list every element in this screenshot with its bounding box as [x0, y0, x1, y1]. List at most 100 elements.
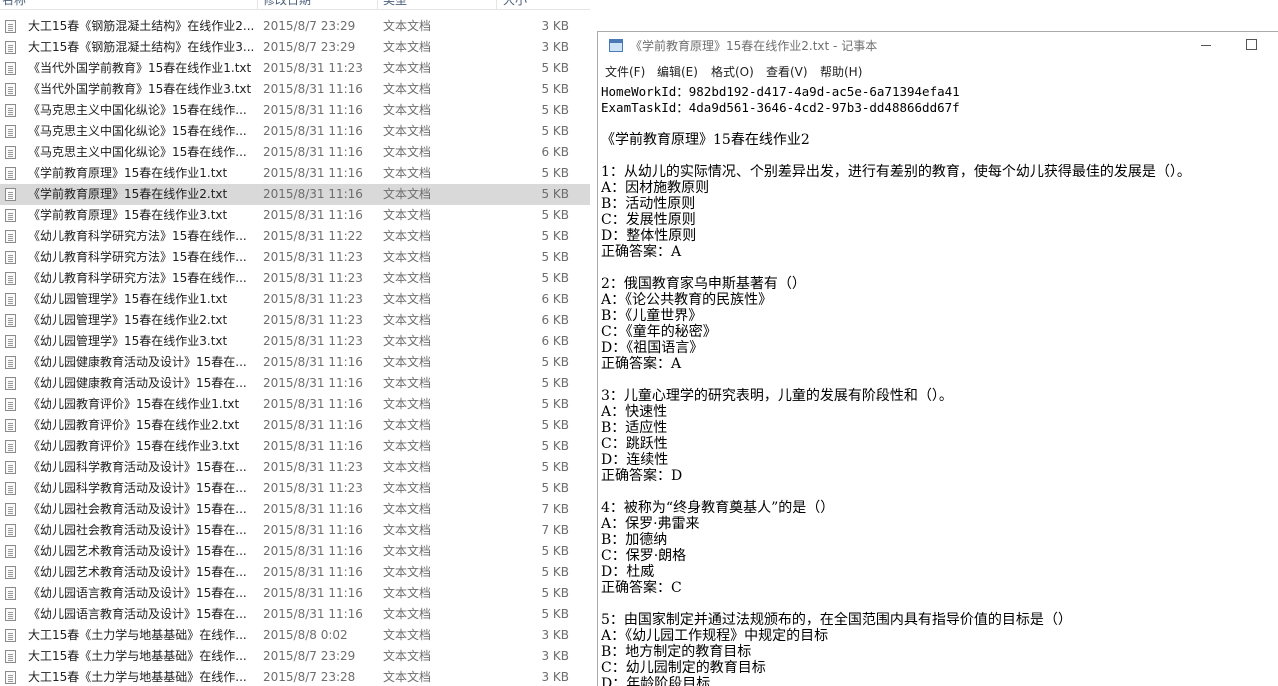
text-file-icon	[5, 440, 16, 453]
text-file-icon	[5, 230, 16, 243]
window-title: 《学前教育原理》15春在线作业2.txt - 记事本	[630, 39, 878, 53]
file-type: 文本文档	[383, 481, 432, 495]
file-date: 2015/8/31 11:23	[263, 271, 363, 285]
column-header-date[interactable]: 修改日期	[263, 0, 311, 8]
file-type: 文本文档	[383, 565, 432, 579]
text-file-icon	[5, 146, 16, 159]
file-size: 5 KB	[541, 397, 569, 411]
file-row[interactable]: 《幼儿园管理学》15春在线作业1.txt 2015/8/31 11:23 文本文档 6…	[0, 289, 590, 310]
file-type: 文本文档	[383, 292, 432, 306]
file-row[interactable]: 《马克思主义中国化纵论》15春在线作... 2015/8/31 11:16 文本文档…	[0, 121, 590, 142]
file-type: 文本文档	[383, 670, 432, 684]
file-size: 3 KB	[541, 19, 569, 33]
text-line: B：活动性原则	[601, 196, 696, 212]
menu-edit[interactable]: 编辑(E)	[657, 63, 698, 80]
column-divider[interactable]	[496, 0, 497, 9]
file-type: 文本文档	[383, 187, 432, 201]
file-row[interactable]: 《学前教育原理》15春在线作业2.txt 2015/8/31 11:16 文本文档 5…	[0, 184, 590, 205]
text-line: C：发展性原则	[601, 212, 696, 228]
text-file-icon	[5, 524, 16, 537]
file-row[interactable]: 《学前教育原理》15春在线作业1.txt 2015/8/31 11:16 文本文档 5…	[0, 163, 590, 184]
file-type: 文本文档	[383, 607, 432, 621]
file-row[interactable]: 《幼儿园科学教育活动及设计》15春在... 2015/8/31 11:23 文本文档…	[0, 457, 590, 478]
file-type: 文本文档	[383, 628, 432, 642]
text-file-icon	[5, 608, 16, 621]
text-line	[601, 596, 1278, 612]
file-date: 2015/8/31 11:16	[263, 124, 363, 138]
text-file-icon	[5, 209, 16, 222]
file-date: 2015/8/31 11:16	[263, 523, 363, 537]
text-line: 2：俄国教育家乌申斯基著有（）	[601, 276, 806, 292]
file-row[interactable]: 《幼儿园科学教育活动及设计》15春在... 2015/8/31 11:23 文本文档…	[0, 478, 590, 499]
file-size: 6 KB	[541, 313, 569, 327]
file-row[interactable]: 大工15春《钢筋混凝土结构》在线作业2... 2015/8/7 23:29 文本文档…	[0, 16, 590, 37]
file-row[interactable]: 《幼儿园健康教育活动及设计》15春在... 2015/8/31 11:16 文本文档…	[0, 373, 590, 394]
file-type: 文本文档	[383, 418, 432, 432]
file-name: 《幼儿园管理学》15春在线作业3.txt	[28, 334, 228, 348]
text-line: D：年龄阶段目标	[601, 676, 711, 686]
menu-help[interactable]: 帮助(H)	[820, 63, 862, 80]
file-row[interactable]: 《幼儿教育科学研究方法》15春在线作... 2015/8/31 11:23 文本文档…	[0, 268, 590, 289]
file-size: 5 KB	[541, 82, 569, 96]
menu-view[interactable]: 查看(V)	[766, 63, 808, 80]
file-name: 《幼儿教育科学研究方法》15春在线作...	[28, 229, 247, 243]
notepad-icon	[609, 39, 623, 52]
file-row[interactable]: 《幼儿园社会教育活动及设计》15春在... 2015/8/31 11:16 文本文档…	[0, 520, 590, 541]
file-date: 2015/8/31 11:16	[263, 586, 363, 600]
text-editor[interactable]: HomeWorkId：982bd192-d417-4a9d-ac5e-6a713…	[601, 84, 1278, 686]
file-row[interactable]: 《幼儿园语言教育活动及设计》15春在... 2015/8/31 11:16 文本文档…	[0, 583, 590, 604]
file-date: 2015/8/31 11:16	[263, 82, 363, 96]
menu-format[interactable]: 格式(O)	[711, 63, 754, 80]
file-date: 2015/8/31 11:16	[263, 166, 363, 180]
column-header-name[interactable]: 名称	[2, 0, 26, 8]
file-row[interactable]: 《马克思主义中国化纵论》15春在线作... 2015/8/31 11:16 文本文档…	[0, 142, 590, 163]
text-line: 正确答案：A	[601, 244, 682, 260]
file-row[interactable]: 《当代外国学前教育》15春在线作业1.txt 2015/8/31 11:23 文本文…	[0, 58, 590, 79]
file-row[interactable]: 大工15春《土力学与地基基础》在线作... 2015/8/8 0:02 文本文档 3 …	[0, 625, 590, 646]
file-date: 2015/8/31 11:16	[263, 208, 363, 222]
file-date: 2015/8/31 11:16	[263, 397, 363, 411]
file-row[interactable]: 大工15春《钢筋混凝土结构》在线作业3... 2015/8/7 23:29 文本文档…	[0, 37, 590, 58]
title-bar[interactable]: 《学前教育原理》15春在线作业2.txt - 记事本	[598, 32, 1278, 59]
file-type: 文本文档	[383, 397, 432, 411]
file-row[interactable]: 《幼儿园艺术教育活动及设计》15春在... 2015/8/31 11:16 文本文档…	[0, 562, 590, 583]
file-type: 文本文档	[383, 334, 432, 348]
file-date: 2015/8/31 11:16	[263, 145, 363, 159]
column-divider[interactable]	[377, 0, 378, 9]
file-row[interactable]: 《幼儿园艺术教育活动及设计》15春在... 2015/8/31 11:16 文本文档…	[0, 541, 590, 562]
file-name: 《幼儿园健康教育活动及设计》15春在...	[28, 376, 247, 390]
file-row[interactable]: 《当代外国学前教育》15春在线作业3.txt 2015/8/31 11:16 文本文…	[0, 79, 590, 100]
file-row[interactable]: 《幼儿园健康教育活动及设计》15春在... 2015/8/31 11:16 文本文档…	[0, 352, 590, 373]
column-header-size[interactable]: 大小	[503, 0, 527, 8]
file-name: 《马克思主义中国化纵论》15春在线作...	[28, 145, 247, 159]
file-date: 2015/8/7 23:28	[263, 670, 356, 684]
column-divider[interactable]	[257, 0, 258, 9]
file-row[interactable]: 《幼儿园管理学》15春在线作业3.txt 2015/8/31 11:23 文本文档 6…	[0, 331, 590, 352]
file-row[interactable]: 《幼儿教育科学研究方法》15春在线作... 2015/8/31 11:23 文本文档…	[0, 247, 590, 268]
file-row[interactable]: 《学前教育原理》15春在线作业3.txt 2015/8/31 11:16 文本文档 5…	[0, 205, 590, 226]
file-row[interactable]: 《幼儿园教育评价》15春在线作业2.txt 2015/8/31 11:16 文本文档…	[0, 415, 590, 436]
file-date: 2015/8/31 11:23	[263, 250, 363, 264]
file-date: 2015/8/7 23:29	[263, 19, 356, 33]
minimize-button[interactable]	[1183, 32, 1229, 59]
file-row[interactable]: 《幼儿园社会教育活动及设计》15春在... 2015/8/31 11:16 文本文档…	[0, 499, 590, 520]
maximize-button[interactable]	[1229, 32, 1275, 59]
file-row[interactable]: 《幼儿园教育评价》15春在线作业1.txt 2015/8/31 11:16 文本文档…	[0, 394, 590, 415]
text-file-icon	[5, 356, 16, 369]
file-row[interactable]: 《幼儿园管理学》15春在线作业2.txt 2015/8/31 11:23 文本文档 6…	[0, 310, 590, 331]
column-header-type[interactable]: 类型	[383, 0, 407, 8]
file-row[interactable]: 《幼儿教育科学研究方法》15春在线作... 2015/8/31 11:22 文本文档…	[0, 226, 590, 247]
file-row[interactable]: 《马克思主义中国化纵论》15春在线作... 2015/8/31 11:16 文本文档…	[0, 100, 590, 121]
menu-file[interactable]: 文件(F)	[605, 63, 645, 80]
file-size: 5 KB	[541, 565, 569, 579]
file-size: 5 KB	[541, 187, 569, 201]
file-name: 《幼儿园社会教育活动及设计》15春在...	[28, 523, 247, 537]
text-line	[601, 260, 1278, 276]
file-row[interactable]: 大工15春《土力学与地基基础》在线作... 2015/8/7 23:28 文本文档 3…	[0, 667, 590, 686]
file-row[interactable]: 《幼儿园教育评价》15春在线作业3.txt 2015/8/31 11:16 文本文档…	[0, 436, 590, 457]
text-line: D：《祖国语言》	[601, 340, 704, 356]
file-row[interactable]: 《幼儿园语言教育活动及设计》15春在... 2015/8/31 11:16 文本文档…	[0, 604, 590, 625]
file-size: 5 KB	[541, 61, 569, 75]
file-row[interactable]: 大工15春《土力学与地基基础》在线作... 2015/8/7 23:29 文本文档 3…	[0, 646, 590, 667]
file-size: 3 KB	[541, 40, 569, 54]
